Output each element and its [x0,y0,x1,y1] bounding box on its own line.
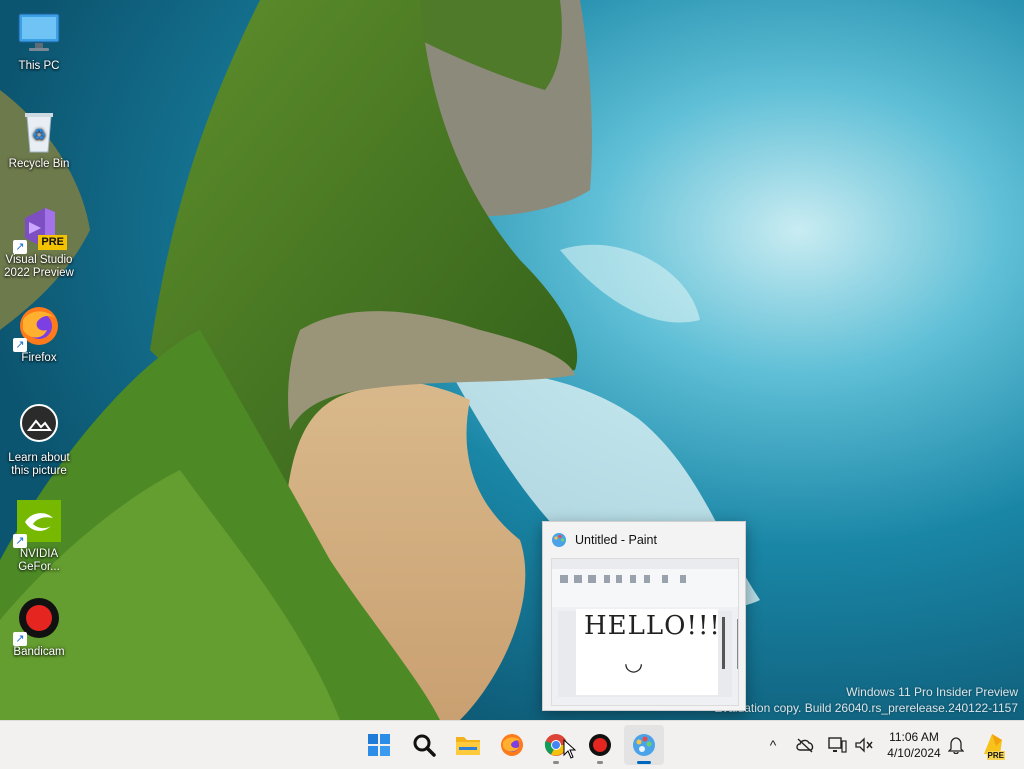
desktop-icon-firefox[interactable]: ↗ Firefox [1,302,77,365]
svg-text:♻: ♻ [32,125,46,144]
bell-icon [948,737,964,754]
desktop-icon-recycle-bin[interactable]: ♻ Recycle Bin [1,108,77,171]
desktop-icon-label: Visual Studio 2022 Preview [4,254,74,279]
canvas-smile: ◡ [624,651,644,676]
firefox-icon [501,734,523,756]
chevron-up-icon: ^ [769,737,777,753]
desktop-icon-label: This PC [18,60,60,72]
monitor-icon [15,10,63,58]
preview-badge: PRE [986,751,1005,760]
record-icon: ↗ [13,596,63,646]
desktop-wallpaper: This PC ♻ Recycle Bin PRE ↗ Visual Studi… [0,0,1024,720]
watermark-line-1: Windows 11 Pro Insider Preview [846,685,1018,699]
onedrive-tray-button[interactable] [792,721,818,769]
paint-icon [633,734,655,756]
devices-icon [828,737,847,753]
shortcut-arrow-icon: ↗ [13,338,27,352]
preview-window-content: HELLO!!! ◡ [551,558,739,706]
desktop-icon-label: Recycle Bin [8,158,70,170]
clock-time: 11:06 AM [889,730,939,744]
search-icon [413,734,436,757]
watermark-line-2: Evaluation copy. Build 26040.rs_prerelea… [714,701,1018,715]
desktop-icon-visual-studio[interactable]: PRE ↗ Visual Studio 2022 Preview [1,204,77,280]
speaker-muted-icon [855,737,873,753]
file-explorer-button[interactable] [448,725,488,765]
desktop-icon-nvidia[interactable]: ↗ NVIDIA GeFor... [1,498,77,574]
desktop-icon-this-pc[interactable]: This PC [1,10,77,73]
mouse-pointer-icon [563,739,577,759]
desktop-icon-label: Firefox [21,352,57,364]
shortcut-arrow-icon: ↗ [13,632,27,646]
paint-icon [552,533,566,547]
device-tray-button[interactable] [824,721,850,769]
desktop-icon-label: Bandicam [13,646,65,658]
visual-studio-icon: PRE ↗ [13,204,67,254]
volume-tray-button[interactable] [852,721,876,769]
shortcut-arrow-icon: ↗ [13,240,27,254]
desktop-icon-learn-about-picture[interactable]: Learn about this picture [1,402,77,478]
windows-watermark: Windows 11 Pro Insider Preview Evaluatio… [714,684,1018,716]
search-button[interactable] [404,725,444,765]
preview-title: Untitled - Paint [575,533,657,547]
start-button[interactable] [359,725,399,765]
desktop-icon-label: NVIDIA GeFor... [18,548,60,573]
dev-home-tray-button[interactable]: PRE [978,721,1008,769]
shortcut-arrow-icon: ↗ [13,534,27,548]
running-indicator [637,761,651,764]
clock-date: 4/10/2024 [887,746,941,760]
camera-spotlight-icon [15,402,63,450]
preview-titlebar: Untitled - Paint [543,522,745,558]
show-hidden-icons-button[interactable]: ^ [762,721,784,769]
recycle-bin-icon: ♻ [15,108,63,156]
taskbar: ^ 11:06 AM 4/10/2024 PRE [0,720,1024,769]
paint-window-preview[interactable]: Untitled - Paint HELLO!!! ◡ [542,521,746,711]
desktop-icon-label: Learn about this picture [8,452,70,477]
bandicam-icon [589,734,611,756]
canvas-text: HELLO!!! [584,611,721,641]
desktop-icon-bandicam[interactable]: ↗ Bandicam [1,596,77,659]
bandicam-taskbar-button[interactable] [580,725,620,765]
running-indicator [553,761,559,764]
start-icon [368,734,390,756]
paint-taskbar-button[interactable] [624,725,664,765]
firefox-taskbar-button[interactable] [492,725,532,765]
notifications-button[interactable] [944,721,968,769]
preview-badge: PRE [38,235,67,250]
wallpaper-image [0,0,1024,720]
nvidia-icon: ↗ [13,498,63,548]
cloud-offline-icon [796,738,814,753]
file-explorer-icon [456,737,480,755]
clock-button[interactable]: 11:06 AM 4/10/2024 [878,729,950,761]
firefox-icon: ↗ [13,302,63,352]
running-indicator [597,761,603,764]
